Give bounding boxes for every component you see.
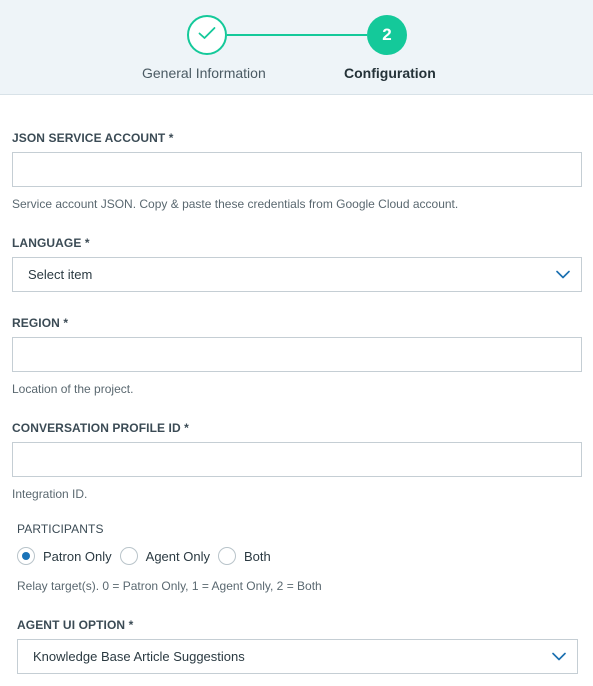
stepper-header: 2 General Information Configuration [0, 0, 593, 95]
agent-ui-option-selected-value: Knowledge Base Article Suggestions [33, 649, 245, 664]
check-icon [198, 26, 216, 45]
radio-circle[interactable] [217, 547, 236, 565]
participants-help: Relay target(s). 0 = Patron Only, 1 = Ag… [17, 579, 322, 593]
conversation-profile-id-input[interactable] [13, 443, 581, 476]
language-select[interactable]: Select item [12, 257, 582, 292]
conversation-profile-id-help: Integration ID. [12, 487, 88, 501]
participants-radio-group: Patron Only Agent Only Both [17, 547, 279, 565]
agent-ui-option-label: AGENT UI OPTION * [17, 618, 134, 632]
step-connector [227, 34, 367, 36]
step-2-label[interactable]: Configuration [344, 65, 436, 81]
agent-ui-option-select[interactable]: Knowledge Base Article Suggestions [17, 639, 578, 674]
region-input[interactable] [13, 338, 581, 371]
conversation-profile-id-field[interactable] [12, 442, 582, 477]
radio-label-patron-only: Patron Only [43, 548, 112, 564]
participants-label: PARTICIPANTS [17, 522, 104, 536]
radio-circle-checked[interactable] [17, 547, 35, 565]
radio-label-both: Both [243, 548, 271, 564]
step-2-number: 2 [382, 25, 392, 44]
region-field[interactable] [12, 337, 582, 372]
json-service-account-help: Service account JSON. Copy & paste these… [12, 197, 459, 211]
radio-circle[interactable] [119, 547, 138, 565]
step-2-active[interactable]: 2 [367, 15, 407, 55]
language-selected-value: Select item [28, 267, 93, 282]
chevron-down-icon [552, 652, 566, 662]
radio-agent-only[interactable]: Agent Only [119, 547, 210, 565]
json-service-account-field[interactable] [12, 152, 582, 187]
radio-dot [22, 552, 30, 560]
language-label: LANGUAGE * [12, 236, 90, 250]
conversation-profile-id-label: CONVERSATION PROFILE ID * [12, 421, 189, 435]
region-help: Location of the project. [12, 382, 134, 396]
radio-label-agent-only: Agent Only [145, 548, 210, 564]
step-1-label[interactable]: General Information [142, 65, 266, 81]
step-1-completed[interactable] [187, 15, 227, 55]
json-service-account-label: JSON SERVICE ACCOUNT * [12, 131, 174, 145]
radio-patron-only[interactable]: Patron Only [17, 547, 112, 565]
chevron-down-icon [556, 270, 570, 280]
json-service-account-input[interactable] [13, 153, 581, 186]
region-label: REGION * [12, 316, 69, 330]
radio-both[interactable]: Both [217, 547, 271, 565]
